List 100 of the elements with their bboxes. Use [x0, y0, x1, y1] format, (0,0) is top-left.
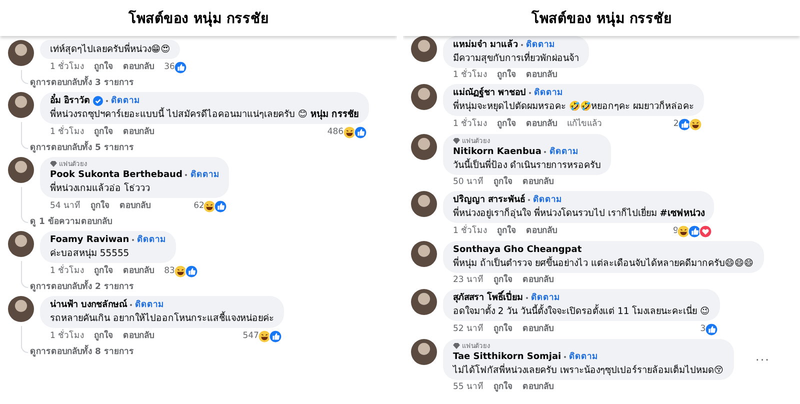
- author-name[interactable]: Sonthaya Gho Cheangpat: [453, 244, 582, 256]
- avatar[interactable]: [8, 296, 34, 322]
- comment-text: อดใจมาตั้ง 2 วัน วันนี้ตั้งใจจะเปิดรอตั้งแต่ 11 โมงเลยนะคะเนี่ย 😉: [453, 305, 710, 318]
- reply-link[interactable]: ตอบกลับ: [120, 201, 151, 212]
- like-link[interactable]: ถูกใจ: [94, 62, 114, 73]
- like-link[interactable]: ถูกใจ: [497, 226, 516, 237]
- reply-link[interactable]: ตอบกลับ: [522, 324, 554, 335]
- author-name[interactable]: สุภัสสรา โพธิ์เปี่ยม: [453, 292, 524, 304]
- like-link[interactable]: ถูกใจ: [90, 201, 110, 212]
- reply-link[interactable]: ตอบกลับ: [526, 119, 558, 130]
- reply-link[interactable]: ตอบกลับ: [526, 70, 558, 81]
- comment-text: รถหลายคันเกิน อยากให้ไปออกโหนกระแสชี้แจงหน่อยค่ะ: [50, 312, 274, 325]
- author-name[interactable]: Pook Sukonta Berthebaud: [50, 169, 182, 181]
- avatar[interactable]: [411, 191, 437, 217]
- like-link[interactable]: ถูกใจ: [94, 266, 114, 277]
- like-link[interactable]: ถูกใจ: [94, 127, 114, 138]
- reply-link[interactable]: ตอบกลับ: [522, 382, 554, 393]
- diamond-icon: [50, 161, 57, 167]
- like-link[interactable]: ถูกใจ: [494, 382, 513, 393]
- separator-dot: [185, 174, 188, 176]
- comment-text: มีความสุขกับการเที่ยวพักผ่อนจ้า: [453, 52, 579, 65]
- follow-link[interactable]: ติดตาม: [135, 299, 164, 311]
- reaction-count[interactable]: 62: [194, 201, 204, 212]
- reaction-count[interactable]: 36: [164, 62, 175, 73]
- more-button[interactable]: ···: [756, 352, 770, 366]
- view-replies-link[interactable]: ดูการตอบกลับทั้ง 8 รายการ: [30, 347, 397, 358]
- author-name[interactable]: น่านฟ้า บงกชลักษณ์: [50, 299, 128, 311]
- comment-time[interactable]: 1 ชั่วโมง: [50, 62, 84, 73]
- post-title: โพสต์ของ หนุ่ม กรรชัย: [532, 9, 672, 29]
- comment-time[interactable]: 1 ชั่วโมง: [453, 70, 488, 81]
- follow-link[interactable]: ติดตาม: [534, 87, 564, 99]
- author-name[interactable]: Nitikorn Kaenbua: [453, 146, 542, 158]
- reaction-count[interactable]: 547: [242, 331, 259, 342]
- reaction-count[interactable]: 9: [673, 226, 678, 237]
- view-replies-link[interactable]: ดู 1 ข้อความตอบกลับ: [30, 217, 397, 228]
- avatar[interactable]: [411, 289, 437, 315]
- follow-link[interactable]: ติดตาม: [531, 292, 560, 304]
- comment-time[interactable]: 55 นาที: [453, 382, 484, 393]
- comment-time[interactable]: 54 นาที: [50, 201, 81, 212]
- reply-link[interactable]: ตอบกลับ: [123, 62, 154, 73]
- view-replies-link[interactable]: ดูการตอบกลับทั้ง 3 รายการ: [30, 78, 397, 89]
- reply-link[interactable]: ตอบกลับ: [123, 266, 154, 277]
- diamond-icon: [453, 343, 460, 349]
- comment-text: พี่หน่วงรถซุปฯคาร์เยอะแบบนี้ ไปสมัครดีไอคอนมาแน่ๆเลยครับ 😊 หนุ่ม กรรชัย: [50, 108, 359, 121]
- reaction-count[interactable]: 486: [327, 127, 344, 138]
- comment-time[interactable]: 50 นาที: [453, 177, 484, 188]
- comment-time[interactable]: 1 ชั่วโมง: [453, 119, 488, 130]
- author-name[interactable]: ปริญญา สาระพันธ์: [453, 194, 526, 206]
- avatar[interactable]: [411, 36, 437, 62]
- separator-dot: [106, 100, 108, 102]
- avatar[interactable]: [411, 241, 437, 267]
- separator-dot: [521, 44, 524, 46]
- like-link[interactable]: ถูกใจ: [497, 119, 516, 130]
- like-link[interactable]: ถูกใจ: [94, 331, 114, 342]
- comment-time[interactable]: 1 ชั่วโมง: [50, 266, 84, 277]
- follow-link[interactable]: ติดตาม: [569, 351, 598, 363]
- reply-link[interactable]: ตอบกลับ: [522, 275, 554, 286]
- reply-link[interactable]: ตอบกลับ: [526, 226, 558, 237]
- avatar[interactable]: [8, 231, 34, 257]
- comment-text: พี่หน่วงเกมแล้วอ่อ โธ่ววว: [50, 182, 151, 195]
- reaction-count[interactable]: 83: [164, 266, 175, 277]
- follow-link[interactable]: ติดตาม: [190, 169, 220, 181]
- comment-time[interactable]: 1 ชั่วโมง: [50, 127, 84, 138]
- author-name[interactable]: อั๋ม อิราวัต: [50, 95, 90, 107]
- author-name[interactable]: แหม่มจ๋า มาแล้ว: [453, 39, 518, 51]
- avatar[interactable]: [8, 157, 34, 183]
- reply-link[interactable]: ตอบกลับ: [522, 177, 554, 188]
- comment-time[interactable]: 1 ชั่วโมง: [50, 331, 84, 342]
- avatar[interactable]: [411, 134, 437, 160]
- thread-line: [21, 122, 28, 149]
- follow-link[interactable]: ติดตาม: [111, 95, 140, 107]
- comment-text: ไม่ได้โฟกัสพี่หน่วงเลยครับ เพราะน้องๆซุปเปอร์รายล้อมเต็มไปหมด😚: [453, 364, 724, 377]
- author-name[interactable]: Tae Sitthikorn Somjai: [453, 351, 562, 363]
- follow-link[interactable]: ติดตาม: [549, 146, 578, 158]
- follow-link[interactable]: ติดตาม: [137, 234, 166, 246]
- like-link[interactable]: ถูกใจ: [494, 324, 513, 335]
- avatar[interactable]: [411, 339, 437, 365]
- like-link[interactable]: ถูกใจ: [497, 70, 516, 81]
- follow-link[interactable]: ติดตาม: [526, 39, 556, 51]
- comment-time[interactable]: 52 นาที: [453, 324, 484, 335]
- separator-dot: [132, 239, 134, 241]
- author-name[interactable]: Foamy Raviwan: [50, 234, 130, 246]
- comment-time[interactable]: 23 นาที: [453, 275, 484, 286]
- view-replies-link[interactable]: ดูการตอบกลับทั้ง 2 รายการ: [30, 282, 397, 293]
- reply-link[interactable]: ตอบกลับ: [123, 127, 154, 138]
- avatar[interactable]: [411, 84, 437, 110]
- view-replies-link[interactable]: ดูการตอบกลับทั้ง 5 รายการ: [30, 143, 397, 154]
- comment-text: พี่หน่วงอยู่เราก็อุ่นใจ พี่หน่วงโดนรวบไป เราก็ไปเยี่ยม #เซฟหน่วง: [453, 207, 704, 220]
- like-link[interactable]: ถูกใจ: [494, 177, 513, 188]
- reaction-count[interactable]: 3: [700, 324, 706, 335]
- thread-line: [21, 326, 28, 353]
- reply-link[interactable]: ตอบกลับ: [123, 331, 154, 342]
- like-link[interactable]: ถูกใจ: [494, 275, 513, 286]
- avatar[interactable]: [8, 92, 34, 118]
- comment-time[interactable]: 1 ชั่วโมง: [453, 226, 488, 237]
- follow-link[interactable]: ติดตาม: [533, 194, 562, 206]
- avatar[interactable]: [8, 40, 34, 66]
- author-name[interactable]: แม่ณัฏฐ์ชา พาชอป: [453, 87, 526, 99]
- reaction-count[interactable]: 2: [673, 119, 679, 130]
- comment-text: ค่ะบอสหนุ่ม 55555: [50, 247, 130, 260]
